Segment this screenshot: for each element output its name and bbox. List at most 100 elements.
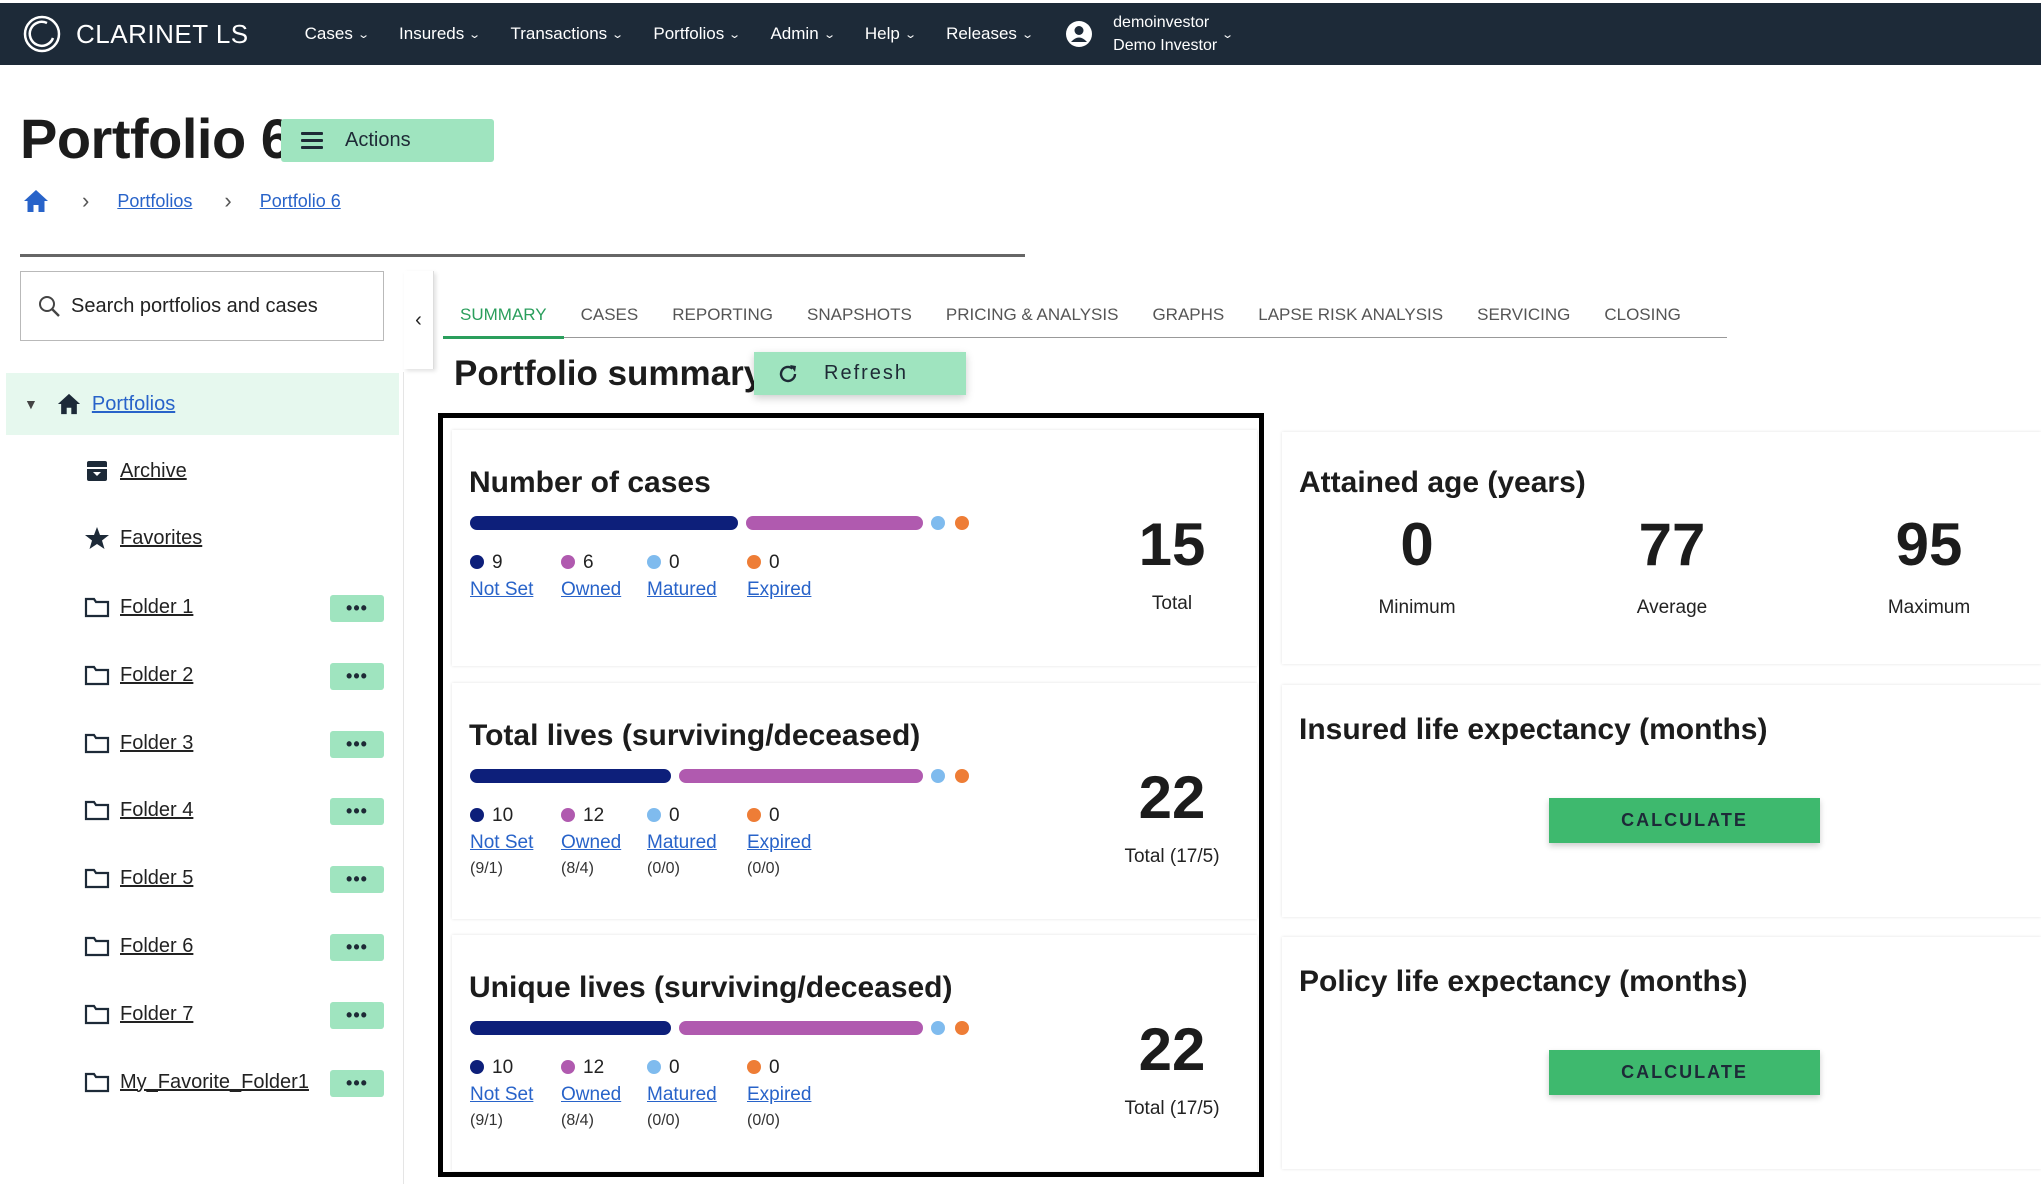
folder-icon (84, 1004, 110, 1025)
page-title: Portfolio 6 (20, 107, 292, 170)
age-maximum-value: 95 (1895, 511, 1963, 578)
more-options-button[interactable]: ••• (330, 866, 384, 893)
folder-icon (84, 800, 110, 821)
tab-lapse-risk-analysis[interactable]: LAPSE RISK ANALYSIS (1241, 293, 1460, 337)
sidebar-divider (403, 372, 404, 1184)
folder-icon (84, 936, 110, 957)
sidebar-item-archive[interactable]: Archive (84, 459, 384, 483)
brand[interactable]: CLARINET LS (22, 14, 249, 54)
chevron-down-icon: ⌄ (1221, 28, 1235, 41)
calculate-policy-le-button[interactable]: CALCULATE (1549, 1050, 1820, 1095)
age-average-value: 77 (1638, 511, 1706, 578)
account-circle-icon (1066, 21, 1093, 47)
nav-help[interactable]: Help ⌄ (864, 24, 917, 44)
archive-icon (87, 461, 107, 481)
refresh-button[interactable]: Refresh (754, 352, 966, 395)
menu-icon (301, 128, 323, 153)
chevron-down-icon: ⌄ (468, 28, 482, 41)
sidebar-item-label: Folder 4 (120, 798, 194, 821)
folder-icon (84, 868, 110, 889)
user-menu[interactable]: demoinvestor Demo Investor ⌄ (1065, 11, 1235, 57)
more-options-button[interactable]: ••• (330, 934, 384, 961)
nav-cases[interactable]: Cases ⌄ (304, 24, 370, 44)
card-insured-life-expectancy: Insured life expectancy (months) CALCULA… (1282, 685, 2041, 917)
chevron-down-icon: ⌄ (904, 28, 917, 41)
card-policy-life-expectancy: Policy life expectancy (months) CALCULAT… (1282, 937, 2041, 1169)
refresh-icon (779, 364, 797, 382)
tab-graphs[interactable]: GRAPHS (1135, 293, 1241, 337)
chevron-right-icon: › (224, 188, 232, 213)
sidebar-search-input[interactable]: Search portfolios and cases (20, 271, 384, 341)
tab-pricing-analysis[interactable]: PRICING & ANALYSIS (929, 293, 1136, 337)
breadcrumb-portfolio-6-link[interactable]: Portfolio 6 (260, 191, 341, 212)
more-options-button[interactable]: ••• (330, 798, 384, 825)
tab-snapshots[interactable]: SNAPSHOTS (790, 293, 929, 337)
chevron-down-icon: ⌄ (356, 28, 370, 41)
more-options-button[interactable]: ••• (330, 1002, 384, 1029)
star-icon (85, 527, 109, 549)
folder-icon (84, 733, 110, 754)
nav-admin[interactable]: Admin ⌄ (770, 24, 836, 44)
chevron-right-icon: › (82, 188, 90, 213)
nav-insureds[interactable]: Insureds ⌄ (399, 24, 482, 44)
calculate-insured-le-button[interactable]: CALCULATE (1549, 798, 1820, 843)
caret-down-icon[interactable]: ▼ (24, 396, 38, 412)
more-options-button[interactable]: ••• (330, 663, 384, 690)
nav-cases-label: Cases (304, 24, 353, 43)
more-options-button[interactable]: ••• (330, 595, 384, 622)
home-icon[interactable] (22, 188, 50, 214)
tree-root-label[interactable]: Portfolios (92, 393, 175, 416)
refresh-label: Refresh (824, 362, 909, 384)
card-title: Insured life expectancy (months) (1299, 713, 1768, 746)
search-placeholder: Search portfolios and cases (71, 294, 318, 317)
tab-reporting[interactable]: REPORTING (655, 293, 790, 337)
tab-closing[interactable]: CLOSING (1587, 293, 1698, 337)
sidebar-item-label: Folder 7 (120, 1002, 194, 1025)
tab-servicing[interactable]: SERVICING (1460, 293, 1587, 337)
age-minimum-label: Minimum (1378, 597, 1456, 618)
chevron-down-icon: ⌄ (611, 28, 625, 41)
breadcrumb: › Portfolios › Portfolio 6 (22, 188, 341, 214)
nav-transactions-label: Transactions (510, 24, 608, 43)
sidebar-item-label: Folder 3 (120, 731, 194, 754)
sidebar-item-label: My_Favorite_Folder1 (120, 1070, 309, 1093)
actions-button[interactable]: Actions (281, 119, 494, 162)
folder-icon (84, 665, 110, 686)
collapse-sidebar-button[interactable]: ‹ (404, 271, 434, 369)
card-attained-age: Attained age (years) 0 Minimum 77 Averag… (1282, 432, 2041, 664)
chevron-down-icon: ⌄ (728, 28, 742, 41)
nav-menu: Cases ⌄ Insureds ⌄ Transactions ⌄ Portfolio… (305, 24, 1064, 44)
more-options-button[interactable]: ••• (330, 1070, 384, 1097)
username: demoinvestor (1113, 14, 1210, 31)
tab-summary[interactable]: SUMMARY (443, 293, 564, 339)
brand-logo-icon (23, 15, 61, 53)
chevron-down-icon: ⌄ (822, 28, 836, 41)
folder-icon (84, 597, 110, 618)
nav-admin-label: Admin (770, 24, 819, 43)
search-icon (39, 296, 60, 317)
folder-icon (84, 1072, 110, 1093)
more-options-button[interactable]: ••• (330, 731, 384, 758)
nav-releases[interactable]: Releases ⌄ (946, 24, 1034, 44)
top-navbar: CLARINET LS Cases ⌄ Insureds ⌄ Transaction… (0, 3, 2041, 65)
chevron-down-icon: ⌄ (1021, 28, 1034, 41)
age-minimum-value: 0 (1400, 511, 1434, 578)
sidebar-item-label: Archive (120, 459, 187, 482)
summary-title: Portfolio summary (454, 354, 764, 393)
tab-cases[interactable]: CASES (564, 293, 656, 337)
sidebar-item-favorites[interactable]: Favorites (84, 526, 384, 550)
nav-portfolios[interactable]: Portfolios ⌄ (653, 24, 742, 44)
breadcrumb-portfolios-link[interactable]: Portfolios (117, 191, 192, 212)
sidebar-item-label: Folder 6 (120, 934, 194, 957)
age-maximum-label: Maximum (1887, 597, 1971, 618)
home-icon (57, 393, 80, 415)
age-average-label: Average (1636, 597, 1708, 618)
nav-help-label: Help (864, 24, 900, 43)
user-display-name: Demo Investor (1113, 37, 1218, 54)
sidebar-item-label: Favorites (120, 526, 203, 549)
user-info: demoinvestor Demo Investor (1113, 11, 1217, 57)
card-title: Policy life expectancy (months) (1299, 965, 1748, 998)
nav-releases-label: Releases (946, 24, 1017, 43)
tree-root-portfolios[interactable]: ▼ Portfolios (6, 373, 399, 435)
nav-transactions[interactable]: Transactions ⌄ (510, 24, 625, 44)
